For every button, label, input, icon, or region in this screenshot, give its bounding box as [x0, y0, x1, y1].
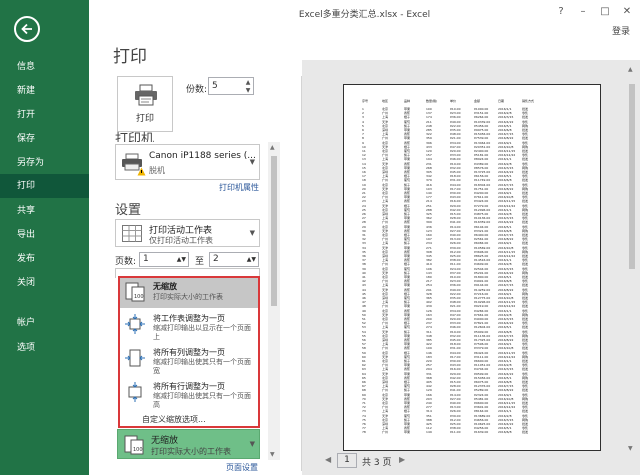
svg-text:100: 100: [133, 447, 143, 453]
minimize-button[interactable]: –: [573, 3, 593, 21]
scaling-selected-sub: 打印实际大小的工作表: [151, 447, 231, 456]
sidebar-item[interactable]: 新建: [0, 79, 89, 103]
pages-from-value: 1: [143, 254, 149, 264]
spin-up-icon[interactable]: ▲: [244, 79, 252, 86]
restore-button[interactable]: □: [595, 3, 615, 21]
sheet-header-cell: 序号: [362, 99, 369, 103]
page-setup-link[interactable]: 页面设置: [226, 462, 258, 473]
scaling-menu: 100 无缩放 打印实际大小的工作表 将工作表调整为一页 缩减打印输出以显示在一…: [118, 276, 260, 428]
printer-name: Canon iP1188 series (...: [149, 151, 256, 161]
sidebar-item[interactable]: 另存为: [0, 151, 89, 175]
menu-item-fit-columns[interactable]: 将所有列调整为一页 缩减打印输出使其只有一个页面宽: [120, 344, 258, 378]
menu-item-title: 将所有行调整为一页: [153, 382, 225, 391]
prev-page-icon[interactable]: ◀: [325, 455, 331, 464]
sheet-header-cell: 销售方式: [522, 99, 535, 103]
preview-page: 序号 地区 品种 数量(箱) 单价 金额 日期 销售方式 1 北京 苹果 100 ¥10.00 ¥100…: [343, 84, 601, 451]
sidebar-item[interactable]: 信息: [0, 55, 89, 79]
custom-scaling-options[interactable]: 自定义缩放选项...: [142, 414, 206, 425]
scroll-up-icon[interactable]: ▲: [628, 66, 633, 73]
close-button[interactable]: ✕: [617, 3, 637, 21]
sidebar-item[interactable]: 打印: [0, 174, 89, 198]
warning-icon: [137, 167, 146, 176]
printer-heading: 打印机: [115, 132, 155, 142]
menu-item-sub: 缩减打印输出以显示在一个页面上: [153, 324, 251, 341]
menu-item-no-scaling[interactable]: 100 无缩放 打印实际大小的工作表: [120, 278, 258, 308]
menu-item-fit-rows[interactable]: 将所有行调整为一页 缩减打印输出使其只有一个页面高: [120, 378, 258, 412]
sheet-header-cell: 金额: [474, 99, 481, 103]
printer-dropdown[interactable]: Canon iP1188 series (... 脱机 ▼: [115, 144, 260, 180]
pages-to-label: 至: [195, 257, 205, 267]
sheet-header-cell: 数量(箱): [426, 99, 438, 103]
fit-columns-icon: [125, 349, 145, 367]
printer-icon: [135, 84, 157, 106]
pages-range: 页数: 1 ▲▼ 至 2 ▲▼: [115, 252, 265, 268]
sidebar-item[interactable]: 共享: [0, 199, 89, 223]
scroll-up-icon[interactable]: ▲: [270, 144, 275, 151]
scrollbar-thumb[interactable]: [629, 84, 635, 269]
sheet-header-cell: 单价: [450, 99, 457, 103]
menu-item-sub: 打印实际大小的工作表: [153, 293, 223, 301]
sidebar-item[interactable]: 导出: [0, 223, 89, 247]
chevron-down-icon: ▼: [249, 229, 255, 237]
print-what-sub: 仅打印活动工作表: [149, 236, 213, 245]
print-button[interactable]: 打印: [117, 76, 173, 132]
menu-item-sub: 缩减打印输出使其只有一个页面高: [153, 392, 251, 409]
svg-text:100: 100: [134, 294, 144, 300]
pages-label: 页数:: [115, 257, 137, 267]
menu-item-title: 无缩放: [153, 282, 177, 291]
help-button[interactable]: ?: [551, 3, 571, 21]
scaling-dropdown[interactable]: 100 无缩放 打印实际大小的工作表 ▼: [117, 429, 260, 459]
chevron-down-icon: ▼: [249, 440, 255, 448]
signin-link[interactable]: 登录: [612, 24, 630, 37]
printer-properties-link[interactable]: 打印机属性: [219, 182, 259, 193]
copies-label: 份数:: [186, 85, 208, 95]
spinner-icon[interactable]: ▲▼: [247, 253, 256, 266]
page-title: 打印: [113, 47, 147, 67]
spin-down-icon[interactable]: ▼: [244, 87, 252, 94]
no-scaling-icon: 100: [124, 435, 144, 455]
settings-scrollbar[interactable]: ▲ ▼: [268, 142, 280, 460]
no-scaling-icon: 100: [125, 282, 145, 302]
sidebar-item[interactable]: 打开: [0, 103, 89, 127]
chevron-down-icon: ▼: [249, 158, 255, 166]
sidebar-item[interactable]: 发布: [0, 247, 89, 271]
sheet-row: 78 广州 苹果 149 ¥11.00 ¥1639.00 2016/6/8 批发: [362, 430, 529, 435]
fit-sheet-icon: [125, 314, 145, 334]
spinner-icon[interactable]: ▲▼: [177, 253, 186, 266]
pages-from-input[interactable]: 1 ▲▼: [139, 252, 189, 267]
scaling-selected-title: 无缩放: [151, 436, 179, 446]
next-page-icon[interactable]: ▶: [399, 455, 405, 464]
pages-to-input[interactable]: 2 ▲▼: [209, 252, 259, 267]
copies-input[interactable]: 5 ▲ ▼: [208, 77, 254, 95]
fit-rows-icon: [128, 382, 142, 402]
title-bar: Excel多重分类汇总.xlsx - Excel ? – □ ✕: [89, 0, 640, 28]
print-button-label: 打印: [135, 114, 154, 124]
menu-item-title: 将所有列调整为一页: [153, 348, 225, 357]
sheet-header-cell: 品种: [404, 99, 411, 103]
page-total: 共 3 页: [362, 458, 392, 468]
sidebar-item[interactable]: 关闭: [0, 271, 89, 295]
sidebar-item[interactable]: 保存: [0, 127, 89, 151]
scrollbar-thumb[interactable]: [271, 156, 277, 306]
pages-to-value: 2: [213, 254, 219, 264]
print-what-dropdown[interactable]: 打印活动工作表 仅打印活动工作表 ▼: [115, 219, 260, 247]
menu-item-title: 将工作表调整为一页: [153, 314, 225, 323]
printer-status: 脱机: [149, 166, 165, 175]
menu-item-sub: 缩减打印输出使其只有一个页面宽: [153, 358, 251, 375]
preview-scrollbar[interactable]: ▲ ▼: [627, 64, 637, 452]
arrow-left-icon: [21, 23, 32, 35]
sheet-grid-icon: [122, 225, 142, 242]
sheet-header-cell: 地区: [382, 99, 389, 103]
current-page-input[interactable]: 1: [337, 453, 357, 468]
copies-value: 5: [212, 81, 218, 91]
scroll-down-icon[interactable]: ▼: [628, 445, 633, 452]
settings-heading: 设置: [115, 203, 142, 218]
back-button[interactable]: [14, 16, 40, 42]
backstage-sidebar: 信息 新建 打开 保存 另存为 打印 共享 导出 发布 关闭帐户 选项: [0, 0, 89, 475]
sheet-header-cell: 日期: [498, 99, 505, 103]
sidebar-item[interactable]: 帐户: [0, 311, 89, 335]
menu-item-fit-sheet[interactable]: 将工作表调整为一页 缩减打印输出以显示在一个页面上: [120, 310, 258, 344]
sidebar-item[interactable]: 选项: [0, 336, 89, 360]
scroll-down-icon[interactable]: ▼: [270, 451, 275, 458]
